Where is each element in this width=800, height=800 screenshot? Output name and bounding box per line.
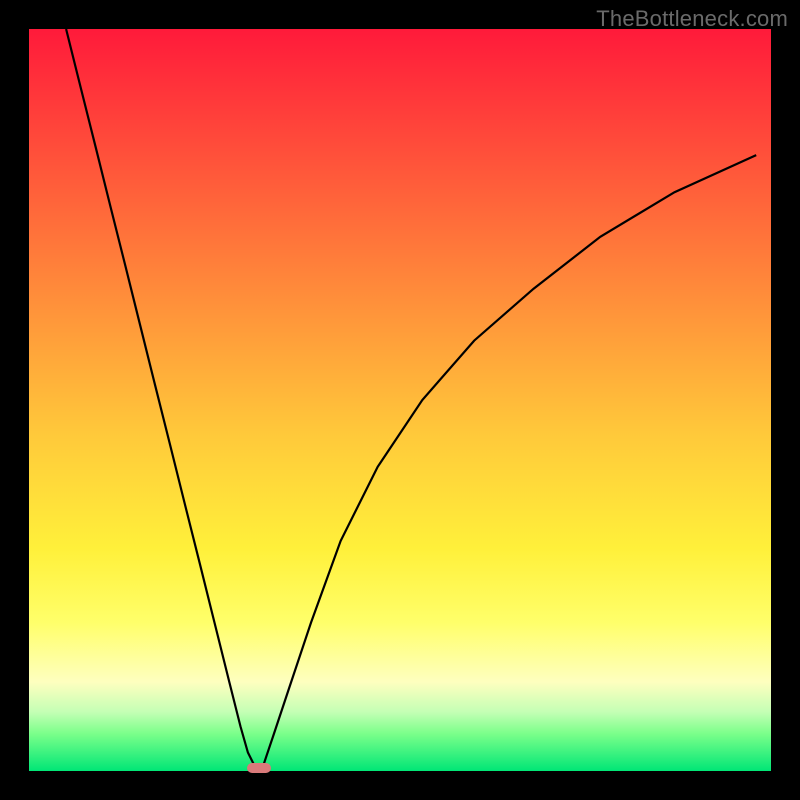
bottleneck-curve [29, 29, 771, 771]
optimal-marker [247, 763, 271, 773]
chart-area [29, 29, 771, 771]
